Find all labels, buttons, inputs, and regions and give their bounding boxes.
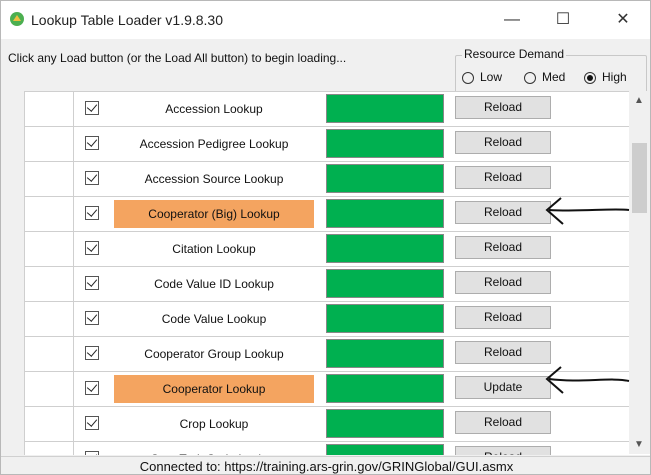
- minimize-button[interactable]: —: [488, 1, 536, 39]
- row-header-cell: [24, 302, 74, 336]
- row-label: Accession Lookup: [165, 102, 263, 116]
- row-header-cell: [24, 442, 74, 455]
- app-icon: [10, 12, 24, 26]
- progress-bar: [326, 304, 444, 333]
- row-checkbox[interactable]: [85, 101, 99, 115]
- row-action-button[interactable]: Reload: [455, 306, 551, 329]
- row-action-button[interactable]: Reload: [455, 131, 551, 154]
- row-label: Code Value Lookup: [161, 312, 267, 326]
- row-label: Cooperator Group Lookup: [144, 347, 284, 361]
- row-action-button[interactable]: Reload: [455, 446, 551, 455]
- radio-high-label: High: [602, 70, 627, 84]
- row-header-cell: [24, 232, 74, 266]
- row-checkbox[interactable]: [85, 311, 99, 325]
- instruction-message: Click any Load button (or the Load All b…: [8, 51, 347, 65]
- row-label: Citation Lookup: [172, 242, 256, 256]
- radio-high-circle[interactable]: [584, 71, 596, 84]
- radio-low-label: Low: [480, 70, 503, 84]
- row-checkbox[interactable]: [85, 416, 99, 430]
- row-checkbox[interactable]: [85, 171, 99, 185]
- table-row: Code Value Lookup Reload: [24, 302, 629, 337]
- row-label: Crop Lookup: [179, 417, 249, 431]
- row-header-cell: [24, 337, 74, 371]
- row-action-button[interactable]: Reload: [455, 411, 551, 434]
- title-bar: Lookup Table Loader v1.9.8.30 — ☐ ✕: [1, 1, 650, 39]
- status-bar: Connected to: https://training.ars-grin.…: [1, 456, 650, 474]
- table-row: Cooperator Lookup Update: [24, 372, 629, 407]
- table-row: Cooperator (Big) Lookup Reload: [24, 197, 629, 232]
- row-label: Code Value ID Lookup: [154, 277, 274, 291]
- radio-high[interactable]: High: [584, 70, 627, 84]
- progress-bar: [326, 164, 444, 193]
- vertical-scrollbar[interactable]: ▲ ▼: [629, 91, 650, 454]
- close-button[interactable]: ✕: [599, 1, 647, 39]
- progress-bar: [326, 94, 444, 123]
- radio-low[interactable]: Low: [462, 70, 502, 84]
- row-action-button[interactable]: Reload: [455, 341, 551, 364]
- progress-bar: [326, 234, 444, 263]
- progress-bar: [326, 409, 444, 438]
- table-row: Accession Lookup Reload: [24, 92, 629, 127]
- row-header-cell: [24, 92, 74, 126]
- row-label: Crop Trait Code Lookup: [108, 442, 320, 455]
- row-label: Accession Source Lookup: [144, 172, 284, 186]
- row-header-cell: [24, 197, 74, 231]
- row-label-highlighted: Cooperator Lookup: [114, 375, 314, 403]
- row-checkbox[interactable]: [85, 381, 99, 395]
- row-checkbox[interactable]: [85, 451, 99, 455]
- progress-bar: [326, 339, 444, 368]
- radio-med-circle[interactable]: [524, 71, 536, 84]
- lookup-table-grid: Accession Lookup Reload Accession Pedigr…: [24, 91, 650, 455]
- radio-med[interactable]: Med: [524, 70, 565, 84]
- table-row: Accession Source Lookup Reload: [24, 162, 629, 197]
- window-title: Lookup Table Loader v1.9.8.30: [31, 12, 224, 28]
- lookup-table-loader-window: Lookup Table Loader v1.9.8.30 — ☐ ✕ Clic…: [0, 0, 651, 475]
- maximize-button[interactable]: ☐: [539, 1, 587, 39]
- row-label-highlighted: Cooperator (Big) Lookup: [114, 200, 314, 228]
- progress-bar: [326, 269, 444, 298]
- radio-med-label: Med: [542, 70, 566, 84]
- row-action-button[interactable]: Reload: [455, 96, 551, 119]
- row-action-button[interactable]: Reload: [455, 271, 551, 294]
- scroll-thumb[interactable]: [632, 143, 647, 213]
- row-header-cell: [24, 127, 74, 161]
- row-header-cell: [24, 267, 74, 301]
- table-row: Accession Pedigree Lookup Reload: [24, 127, 629, 162]
- scroll-up-icon[interactable]: ▲: [634, 95, 644, 106]
- row-action-button[interactable]: Reload: [455, 166, 551, 189]
- row-action-button[interactable]: Reload: [455, 201, 551, 224]
- progress-bar: [326, 374, 444, 403]
- table-row: Crop Lookup Reload: [24, 407, 629, 442]
- row-header-cell: [24, 162, 74, 196]
- table-row: Code Value ID Lookup Reload: [24, 267, 629, 302]
- table-row: Crop Trait Code Lookup Reload: [24, 442, 629, 455]
- row-header-cell: [24, 407, 74, 441]
- resource-demand-legend: Resource Demand: [462, 47, 567, 61]
- row-checkbox[interactable]: [85, 276, 99, 290]
- row-action-button[interactable]: Update: [455, 376, 551, 399]
- radio-low-circle[interactable]: [462, 71, 474, 84]
- annotation-arrow-icon: [545, 197, 630, 225]
- table-row: Citation Lookup Reload: [24, 232, 629, 267]
- row-checkbox[interactable]: [85, 241, 99, 255]
- progress-bar: [326, 129, 444, 158]
- table-row: Cooperator Group Lookup Reload: [24, 337, 629, 372]
- scroll-down-icon[interactable]: ▼: [634, 439, 644, 450]
- progress-bar: [326, 444, 444, 455]
- row-checkbox[interactable]: [85, 136, 99, 150]
- row-action-button[interactable]: Reload: [455, 236, 551, 259]
- annotation-arrow-icon: [545, 366, 630, 394]
- progress-bar: [326, 199, 444, 228]
- row-header-cell: [24, 372, 74, 406]
- row-checkbox[interactable]: [85, 346, 99, 360]
- row-label: Accession Pedigree Lookup: [139, 137, 289, 151]
- row-checkbox[interactable]: [85, 206, 99, 220]
